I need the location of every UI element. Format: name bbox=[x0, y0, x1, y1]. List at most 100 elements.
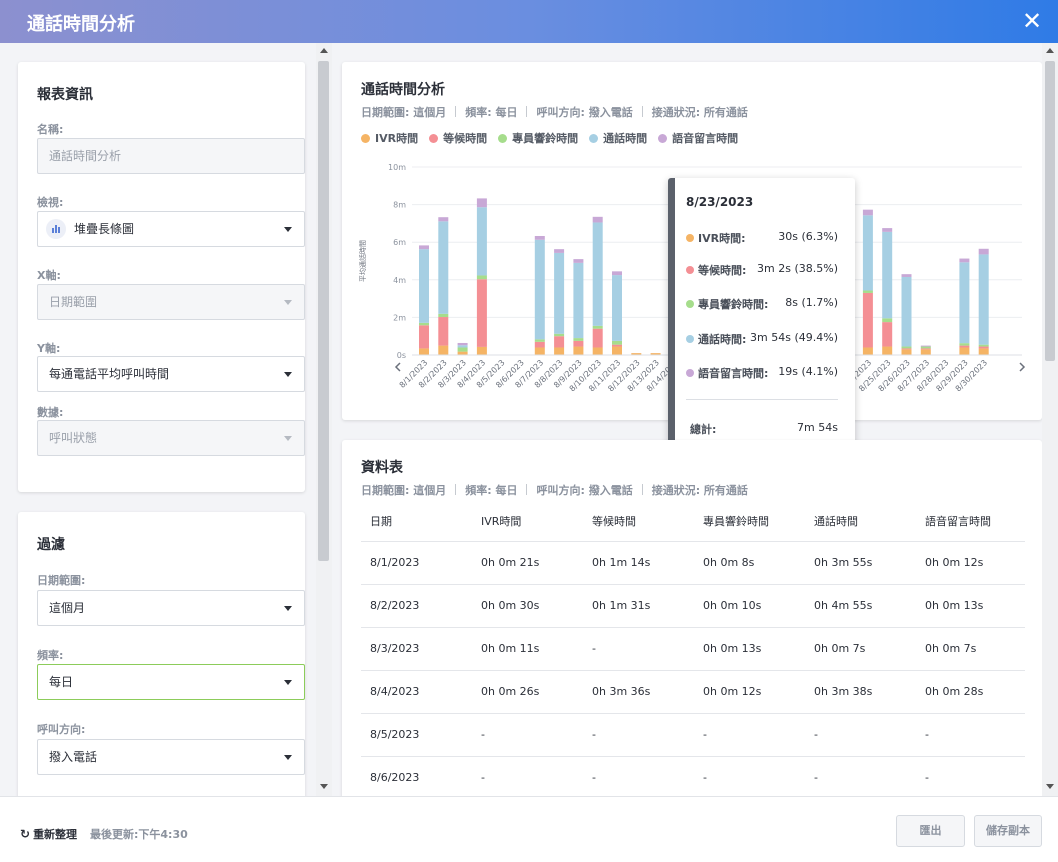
bar-segment[interactable] bbox=[419, 249, 429, 323]
bar-segment[interactable] bbox=[959, 343, 970, 346]
bar-segment[interactable] bbox=[554, 249, 565, 253]
bar-segment[interactable] bbox=[554, 333, 565, 337]
bar-segment[interactable] bbox=[959, 258, 970, 263]
bar-segment[interactable] bbox=[882, 346, 893, 355]
bar-segment[interactable] bbox=[901, 348, 912, 350]
bar-segment[interactable] bbox=[882, 322, 893, 347]
bar-segment[interactable] bbox=[419, 322, 429, 326]
bar-segment[interactable] bbox=[862, 292, 873, 348]
bar-segment[interactable] bbox=[573, 262, 584, 339]
bar-segment[interactable] bbox=[612, 340, 622, 345]
left-scrollbar-thumb[interactable] bbox=[318, 61, 329, 561]
bar-segment[interactable] bbox=[457, 351, 468, 355]
scroll-down-icon[interactable] bbox=[320, 784, 328, 789]
bar-segment[interactable] bbox=[573, 259, 584, 263]
column-header[interactable]: 語音留言時間 bbox=[916, 502, 1025, 542]
bar-segment[interactable] bbox=[438, 345, 449, 355]
right-scrollbar-thumb[interactable] bbox=[1045, 61, 1055, 361]
view-select[interactable]: 堆疊長條圖 bbox=[37, 211, 305, 247]
bar-segment[interactable] bbox=[959, 345, 970, 348]
bar-segment[interactable] bbox=[920, 348, 931, 350]
bar-segment[interactable] bbox=[901, 349, 912, 355]
data-select[interactable]: 呼叫狀態 bbox=[37, 420, 305, 456]
bar-segment[interactable] bbox=[534, 341, 545, 348]
left-scrollbar[interactable] bbox=[316, 43, 332, 796]
bar-segment[interactable] bbox=[882, 318, 893, 323]
bar-segment[interactable] bbox=[573, 346, 584, 355]
column-header[interactable]: 等候時間 bbox=[583, 502, 694, 542]
bar-segment[interactable] bbox=[573, 340, 584, 347]
bar-segment[interactable] bbox=[612, 271, 622, 276]
bar-segment[interactable] bbox=[534, 235, 545, 240]
bar-segment[interactable] bbox=[534, 347, 545, 355]
bar-segment[interactable] bbox=[920, 346, 931, 349]
scroll-up-icon[interactable] bbox=[320, 48, 328, 53]
bar-segment[interactable] bbox=[901, 346, 912, 349]
call-direction-select[interactable]: 撥入電話 bbox=[37, 739, 305, 775]
export-button[interactable]: 匯出 bbox=[896, 815, 965, 847]
y-axis-select[interactable]: 每通電話平均呼叫時間 bbox=[37, 356, 305, 392]
save-copy-button[interactable]: 儲存副本 bbox=[974, 815, 1042, 847]
bar-segment[interactable] bbox=[978, 344, 989, 347]
bar-segment[interactable] bbox=[920, 349, 931, 355]
x-axis-select[interactable]: 日期範圍 bbox=[37, 284, 305, 320]
chevron-left-icon[interactable] bbox=[394, 362, 401, 372]
bar-segment[interactable] bbox=[592, 222, 603, 326]
name-field[interactable]: 通話時間分析 bbox=[37, 138, 305, 174]
bar-segment[interactable] bbox=[612, 275, 622, 341]
bar-segment[interactable] bbox=[978, 254, 989, 345]
scroll-down-icon[interactable] bbox=[1046, 784, 1054, 789]
bar-segment[interactable] bbox=[862, 209, 873, 216]
chevron-right-icon[interactable] bbox=[1019, 362, 1026, 372]
bar-segment[interactable] bbox=[862, 290, 873, 293]
bar-segment[interactable] bbox=[534, 239, 545, 340]
bar-segment[interactable] bbox=[920, 345, 931, 347]
bar-segment[interactable] bbox=[554, 347, 565, 355]
column-header[interactable]: 通話時間 bbox=[805, 502, 916, 542]
bar-segment[interactable] bbox=[457, 342, 468, 346]
bar-segment[interactable] bbox=[978, 348, 989, 355]
bar-segment[interactable] bbox=[476, 198, 487, 208]
bar-segment[interactable] bbox=[438, 313, 449, 318]
bar-segment[interactable] bbox=[476, 346, 487, 355]
column-header[interactable]: 專員響鈴時間 bbox=[694, 502, 805, 542]
bar-segment[interactable] bbox=[476, 207, 487, 276]
bar-segment[interactable] bbox=[882, 228, 893, 232]
bar-segment[interactable] bbox=[554, 336, 565, 348]
scroll-up-icon[interactable] bbox=[1046, 48, 1054, 53]
bar-segment[interactable] bbox=[901, 276, 912, 347]
bar-segment[interactable] bbox=[592, 325, 603, 329]
bar-segment[interactable] bbox=[592, 328, 603, 348]
bar-segment[interactable] bbox=[573, 338, 584, 341]
refresh-button[interactable]: ↻ 重新整理 bbox=[20, 826, 77, 842]
bar-segment[interactable] bbox=[457, 345, 468, 348]
bar-segment[interactable] bbox=[438, 217, 449, 222]
bar-segment[interactable] bbox=[978, 346, 989, 349]
bar-segment[interactable] bbox=[901, 274, 912, 277]
bar-segment[interactable] bbox=[612, 346, 622, 355]
bar-segment[interactable] bbox=[419, 325, 429, 349]
bar-segment[interactable] bbox=[419, 245, 429, 250]
bar-segment[interactable] bbox=[959, 347, 970, 355]
bar-segment[interactable] bbox=[592, 216, 603, 223]
right-scrollbar[interactable] bbox=[1042, 43, 1058, 796]
bar-segment[interactable] bbox=[554, 252, 565, 334]
bar-segment[interactable] bbox=[612, 344, 622, 347]
bar-segment[interactable] bbox=[457, 347, 468, 352]
close-icon[interactable]: ✕ bbox=[1019, 6, 1045, 36]
bar-segment[interactable] bbox=[592, 347, 603, 355]
bar-segment[interactable] bbox=[419, 348, 429, 355]
column-header[interactable]: IVR時間 bbox=[472, 502, 583, 542]
bar-segment[interactable] bbox=[476, 275, 487, 280]
column-header[interactable]: 日期 bbox=[361, 502, 472, 542]
bar-segment[interactable] bbox=[534, 339, 545, 342]
date-range-select[interactable]: 這個月 bbox=[37, 590, 305, 626]
bar-segment[interactable] bbox=[438, 221, 449, 314]
bar-segment[interactable] bbox=[862, 215, 873, 291]
bar-segment[interactable] bbox=[978, 248, 989, 255]
bar-segment[interactable] bbox=[438, 317, 449, 346]
bar-segment[interactable] bbox=[882, 231, 893, 319]
bar-segment[interactable] bbox=[476, 279, 487, 347]
bar-segment[interactable] bbox=[959, 262, 970, 344]
frequency-select[interactable]: 每日 bbox=[37, 664, 305, 700]
